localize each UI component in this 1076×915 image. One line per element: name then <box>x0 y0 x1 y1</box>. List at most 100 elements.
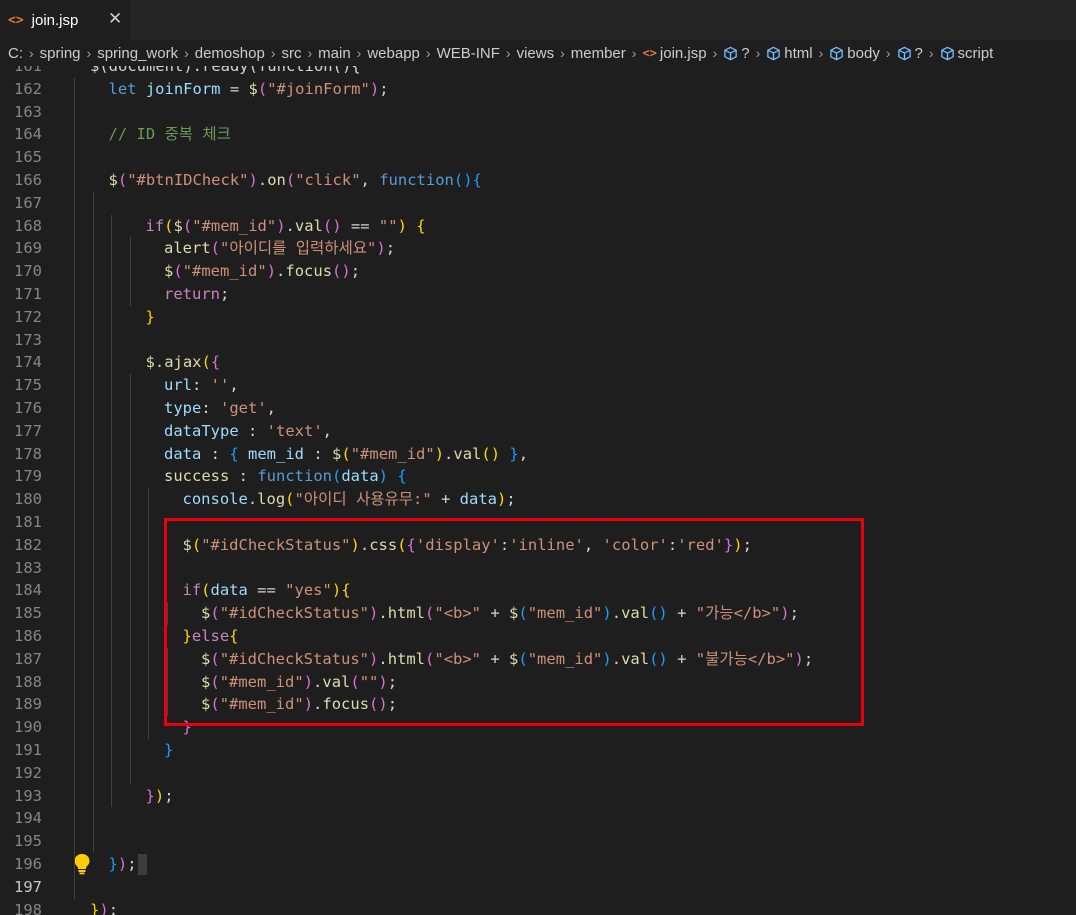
breadcrumb-item[interactable]: views <box>517 45 555 62</box>
code-line[interactable]: 197 <box>0 876 1076 899</box>
line-number[interactable]: 166 <box>0 169 42 192</box>
line-number[interactable]: 181 <box>0 511 42 534</box>
breadcrumb-item[interactable]: ? <box>723 45 750 62</box>
code-line[interactable]: 191} <box>0 739 1076 762</box>
line-number[interactable]: 187 <box>0 648 42 671</box>
breadcrumb-item[interactable]: webapp <box>367 45 420 62</box>
code-text: let joinForm = $("#joinForm"); <box>109 78 389 101</box>
code-line[interactable]: 186}else{ <box>0 625 1076 648</box>
line-number[interactable]: 177 <box>0 420 42 443</box>
code-token: return <box>164 285 220 303</box>
code-line[interactable]: 164 // ID 중복 체크 <box>0 123 1076 146</box>
line-number[interactable]: 193 <box>0 785 42 808</box>
code-line[interactable]: 177 dataType : 'text', <box>0 420 1076 443</box>
code-line[interactable]: 179 success : function(data) { <box>0 465 1076 488</box>
code-line[interactable]: 166 $("#btnIDCheck").on("click", function… <box>0 169 1076 192</box>
code-line[interactable]: 174 $.ajax({ <box>0 351 1076 374</box>
line-number[interactable]: 186 <box>0 625 42 648</box>
line-number[interactable]: 197 <box>0 876 42 899</box>
line-number[interactable]: 173 <box>0 329 42 352</box>
code-token: ; <box>387 695 398 714</box>
code-line[interactable]: 192 <box>0 762 1076 785</box>
code-token: () <box>481 444 501 463</box>
line-number[interactable]: 167 <box>0 192 42 215</box>
line-number[interactable]: 175 <box>0 374 42 397</box>
code-editor[interactable]: 161 $(document).ready(function(){162 let j… <box>0 66 1076 915</box>
line-number[interactable]: 178 <box>0 443 42 466</box>
code-line[interactable]: 184 if(data == "yes"){ <box>0 579 1076 602</box>
breadcrumb-item[interactable]: WEB-INF <box>437 45 500 62</box>
code-line[interactable]: 195 <box>0 830 1076 853</box>
line-number[interactable]: 179 <box>0 465 42 488</box>
line-number[interactable]: 172 <box>0 306 42 329</box>
line-number[interactable]: 195 <box>0 830 42 853</box>
line-number[interactable]: 192 <box>0 762 42 785</box>
code-line[interactable]: 198}); <box>0 899 1076 915</box>
code-line[interactable]: 196}); <box>0 853 1076 876</box>
code-line[interactable]: 180 console.log("아이디 사용유무:" + data); <box>0 488 1076 511</box>
line-number[interactable]: 194 <box>0 807 42 830</box>
line-number[interactable]: 191 <box>0 739 42 762</box>
breadcrumb-item[interactable]: html <box>766 45 813 62</box>
line-number[interactable]: 180 <box>0 488 42 511</box>
line-number[interactable]: 169 <box>0 237 42 260</box>
tab-join-jsp[interactable]: <> join.jsp ✕ <box>0 0 130 40</box>
code-line[interactable]: 182 $("#idCheckStatus").css({'display':'i… <box>0 534 1076 557</box>
code-line[interactable]: 170 $("#mem_id").focus(); <box>0 260 1076 283</box>
line-number[interactable]: 189 <box>0 693 42 716</box>
line-number[interactable]: 182 <box>0 534 42 557</box>
code-line[interactable]: 194 <box>0 807 1076 830</box>
code-line[interactable]: 168 if($("#mem_id").val() == "") { <box>0 215 1076 238</box>
breadcrumb-item[interactable]: ? <box>897 45 923 62</box>
code-line[interactable]: 193}); <box>0 785 1076 808</box>
breadcrumb-item[interactable]: demoshop <box>195 45 265 62</box>
line-number[interactable]: 161 <box>0 66 42 78</box>
line-number[interactable]: 174 <box>0 351 42 374</box>
breadcrumb-item[interactable]: member <box>571 45 626 62</box>
code-line[interactable]: 190} <box>0 716 1076 739</box>
line-number[interactable]: 171 <box>0 283 42 306</box>
code-line[interactable]: 188 $("#mem_id").val(""); <box>0 671 1076 694</box>
breadcrumb-item[interactable]: script <box>940 45 993 62</box>
line-number[interactable]: 176 <box>0 397 42 420</box>
breadcrumb-item[interactable]: C: <box>8 45 23 62</box>
code-line[interactable]: 175 url: '', <box>0 374 1076 397</box>
line-number[interactable]: 190 <box>0 716 42 739</box>
line-number[interactable]: 162 <box>0 78 42 101</box>
line-number[interactable]: 198 <box>0 899 42 915</box>
close-icon[interactable]: ✕ <box>108 9 122 29</box>
code-line[interactable]: 178 data : { mem_id : $("#mem_id").val() … <box>0 443 1076 466</box>
code-line[interactable]: 189 $("#mem_id").focus(); <box>0 693 1076 716</box>
line-number[interactable]: 168 <box>0 215 42 238</box>
line-number[interactable]: 164 <box>0 123 42 146</box>
code-line[interactable]: 181 <box>0 511 1076 534</box>
code-line[interactable]: 163 <box>0 101 1076 124</box>
line-number[interactable]: 185 <box>0 602 42 625</box>
code-line[interactable]: 172} <box>0 306 1076 329</box>
code-line[interactable]: 187 $("#idCheckStatus").html("<b>" + $("m… <box>0 648 1076 671</box>
code-line[interactable]: 167 <box>0 192 1076 215</box>
code-token: "yes" <box>285 581 332 600</box>
code-line[interactable]: 185 $("#idCheckStatus").html("<b>" + $("m… <box>0 602 1076 625</box>
code-line[interactable]: 161 $(document).ready(function(){ <box>0 66 1076 78</box>
line-number[interactable]: 188 <box>0 671 42 694</box>
line-number[interactable]: 163 <box>0 101 42 124</box>
line-number[interactable]: 165 <box>0 146 42 169</box>
line-number[interactable]: 183 <box>0 557 42 580</box>
line-number[interactable]: 196 <box>0 853 42 876</box>
code-line[interactable]: 165 <box>0 146 1076 169</box>
code-line[interactable]: 171 return; <box>0 283 1076 306</box>
code-line[interactable]: 183 <box>0 557 1076 580</box>
breadcrumb-item[interactable]: main <box>318 45 351 62</box>
line-number[interactable]: 170 <box>0 260 42 283</box>
line-number[interactable]: 184 <box>0 579 42 602</box>
breadcrumb-item[interactable]: <> join.jsp <box>642 45 706 62</box>
breadcrumb-item[interactable]: body <box>829 45 880 62</box>
code-line[interactable]: 169 alert("아이디를 입력하세요"); <box>0 237 1076 260</box>
breadcrumb-item[interactable]: spring_work <box>97 45 178 62</box>
breadcrumb-item[interactable]: src <box>281 45 301 62</box>
code-line[interactable]: 176 type: 'get', <box>0 397 1076 420</box>
breadcrumb-item[interactable]: spring <box>40 45 81 62</box>
code-line[interactable]: 162 let joinForm = $("#joinForm"); <box>0 78 1076 101</box>
code-line[interactable]: 173 <box>0 329 1076 352</box>
